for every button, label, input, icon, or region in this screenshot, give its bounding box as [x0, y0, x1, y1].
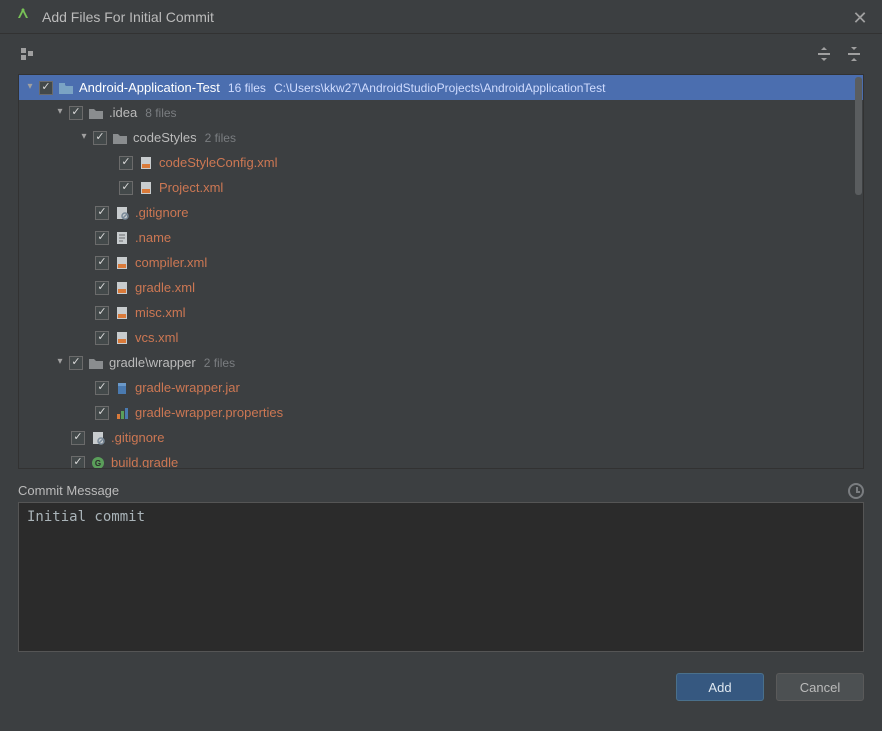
- checkbox[interactable]: [95, 306, 109, 320]
- checkbox[interactable]: [69, 356, 83, 370]
- text-file-icon: [113, 231, 131, 245]
- tree-file[interactable]: .name: [19, 225, 863, 250]
- folder-icon: [87, 106, 105, 120]
- checkbox[interactable]: [95, 281, 109, 295]
- file-label: misc.xml: [135, 305, 186, 320]
- file-label: .name: [135, 230, 171, 245]
- properties-file-icon: [113, 406, 131, 420]
- tree-file[interactable]: misc.xml: [19, 300, 863, 325]
- checkbox[interactable]: [95, 331, 109, 345]
- file-label: gradle-wrapper.jar: [135, 380, 240, 395]
- gitignore-file-icon: [89, 431, 107, 445]
- gradle-file-icon: G: [89, 456, 107, 470]
- commit-message-input[interactable]: [18, 502, 864, 652]
- tree-folder-codestyles[interactable]: ▾ codeStyles 2 files: [19, 125, 863, 150]
- file-label: .gitignore: [111, 430, 164, 445]
- file-label: Project.xml: [159, 180, 223, 195]
- history-icon[interactable]: [848, 483, 864, 499]
- checkbox[interactable]: [95, 256, 109, 270]
- project-folder-icon: [57, 81, 75, 95]
- tree-file[interactable]: codeStyleConfig.xml: [19, 150, 863, 175]
- folder-icon: [111, 131, 129, 145]
- scrollbar[interactable]: [853, 77, 863, 469]
- checkbox[interactable]: [71, 431, 85, 445]
- tree-file[interactable]: gradle-wrapper.jar: [19, 375, 863, 400]
- folder-label: codeStyles: [133, 130, 197, 145]
- cancel-button[interactable]: Cancel: [776, 673, 864, 701]
- checkbox[interactable]: [119, 156, 133, 170]
- file-label: vcs.xml: [135, 330, 178, 345]
- checkbox[interactable]: [119, 181, 133, 195]
- file-label: .gitignore: [135, 205, 188, 220]
- xml-file-icon: [113, 256, 131, 270]
- add-button[interactable]: Add: [676, 673, 764, 701]
- xml-file-icon: [137, 181, 155, 195]
- folder-count: 2 files: [205, 131, 236, 145]
- scrollbar-thumb[interactable]: [855, 77, 862, 195]
- expand-all-icon[interactable]: [814, 44, 834, 64]
- checkbox[interactable]: [39, 81, 53, 95]
- folder-label: gradle\wrapper: [109, 355, 196, 370]
- root-count: 16 files: [228, 81, 266, 95]
- gitignore-file-icon: [113, 206, 131, 220]
- xml-file-icon: [137, 156, 155, 170]
- jar-file-icon: [113, 381, 131, 395]
- tree-file[interactable]: gradle-wrapper.properties: [19, 400, 863, 425]
- collapse-all-icon[interactable]: [844, 44, 864, 64]
- titlebar: Add Files For Initial Commit ✕: [0, 0, 882, 34]
- tree-file[interactable]: gradle.xml: [19, 275, 863, 300]
- chevron-down-icon[interactable]: ▾: [23, 81, 37, 92]
- dialog-buttons: Add Cancel: [0, 655, 882, 701]
- folder-icon: [87, 356, 105, 370]
- folder-count: 2 files: [204, 356, 235, 370]
- changelist-icon[interactable]: [18, 44, 38, 64]
- tree-folder-gradle-wrapper[interactable]: ▾ gradle\wrapper 2 files: [19, 350, 863, 375]
- xml-file-icon: [113, 306, 131, 320]
- android-studio-icon: [14, 6, 32, 27]
- checkbox[interactable]: [95, 406, 109, 420]
- checkbox[interactable]: [95, 231, 109, 245]
- file-label: gradle-wrapper.properties: [135, 405, 283, 420]
- checkbox[interactable]: [71, 456, 85, 470]
- file-label: gradle.xml: [135, 280, 195, 295]
- tree-file[interactable]: Project.xml: [19, 175, 863, 200]
- folder-count: 8 files: [145, 106, 176, 120]
- xml-file-icon: [113, 331, 131, 345]
- root-name: Android-Application-Test: [79, 80, 220, 95]
- commit-message-header: Commit Message: [18, 483, 864, 498]
- window-title: Add Files For Initial Commit: [42, 9, 214, 25]
- close-icon[interactable]: ✕: [848, 6, 872, 30]
- file-tree: ▾ Android-Application-Test 16 files C:\U…: [18, 74, 864, 469]
- file-label: build.gradle: [111, 455, 178, 469]
- toolbar: [0, 34, 882, 74]
- file-label: codeStyleConfig.xml: [159, 155, 278, 170]
- svg-text:G: G: [95, 459, 101, 468]
- checkbox[interactable]: [93, 131, 107, 145]
- checkbox[interactable]: [69, 106, 83, 120]
- checkbox[interactable]: [95, 381, 109, 395]
- chevron-down-icon[interactable]: ▾: [53, 106, 67, 117]
- root-path: C:\Users\kkw27\AndroidStudioProjects\And…: [274, 81, 606, 95]
- tree-file[interactable]: G build.gradle: [19, 450, 863, 469]
- tree-root-row[interactable]: ▾ Android-Application-Test 16 files C:\U…: [19, 75, 863, 100]
- tree-file[interactable]: compiler.xml: [19, 250, 863, 275]
- tree-folder-idea[interactable]: ▾ .idea 8 files: [19, 100, 863, 125]
- tree-file[interactable]: vcs.xml: [19, 325, 863, 350]
- chevron-down-icon[interactable]: ▾: [53, 356, 67, 367]
- file-label: compiler.xml: [135, 255, 207, 270]
- tree-file[interactable]: .gitignore: [19, 200, 863, 225]
- xml-file-icon: [113, 281, 131, 295]
- chevron-down-icon[interactable]: ▾: [77, 131, 91, 142]
- commit-message-label: Commit Message: [18, 483, 119, 498]
- tree-file[interactable]: .gitignore: [19, 425, 863, 450]
- folder-label: .idea: [109, 105, 137, 120]
- checkbox[interactable]: [95, 206, 109, 220]
